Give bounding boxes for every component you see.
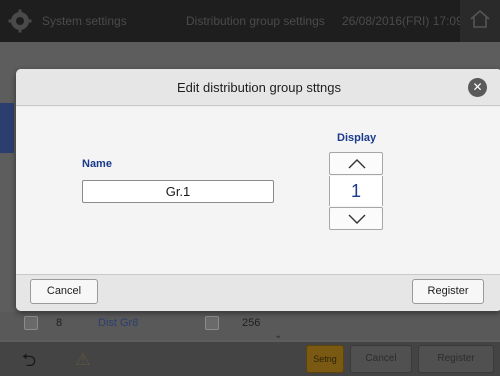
- bottom-register-button[interactable]: Register: [418, 345, 494, 373]
- name-field[interactable]: Gr.1: [82, 180, 274, 203]
- cancel-button[interactable]: Cancel: [30, 279, 98, 304]
- display-increment-button[interactable]: [329, 152, 383, 175]
- row-number: 8: [56, 317, 63, 329]
- warning-icon[interactable]: ⚠: [70, 350, 96, 372]
- distribution-group-settings-title: Distribution group settings: [186, 14, 325, 28]
- display-value: 1: [329, 176, 383, 206]
- home-button[interactable]: [460, 0, 500, 42]
- chevron-up-icon: [348, 159, 366, 169]
- system-settings-title: System settings: [42, 14, 127, 28]
- background-selection-marker: [0, 103, 14, 153]
- display-label: Display: [337, 132, 377, 144]
- top-bar: System settings Distribution group setti…: [0, 0, 500, 42]
- row-name: Dist Gr8: [98, 317, 139, 329]
- dialog-title: Edit distribution group sttngs: [176, 80, 342, 95]
- dialog-header: Edit distribution group sttngs ✕: [16, 69, 500, 106]
- datetime-display: 26/08/2016(FRI) 17:09: [342, 14, 463, 28]
- bottom-cancel-button[interactable]: Cancel: [350, 345, 412, 373]
- name-label: Name: [82, 158, 112, 170]
- close-icon[interactable]: ✕: [468, 78, 487, 97]
- home-icon: [470, 9, 490, 28]
- back-icon[interactable]: ⮌: [16, 350, 42, 372]
- setng-button[interactable]: Setng: [306, 345, 344, 373]
- row-value-checkbox[interactable]: [205, 316, 219, 330]
- register-button[interactable]: Register: [412, 279, 484, 304]
- chevron-down-icon[interactable]: ⌄: [274, 330, 282, 341]
- row-value: 256: [242, 317, 261, 329]
- gear-icon[interactable]: [8, 9, 32, 33]
- row-checkbox[interactable]: [24, 316, 38, 330]
- chevron-down-icon: [348, 214, 366, 224]
- display-decrement-button[interactable]: [329, 207, 383, 230]
